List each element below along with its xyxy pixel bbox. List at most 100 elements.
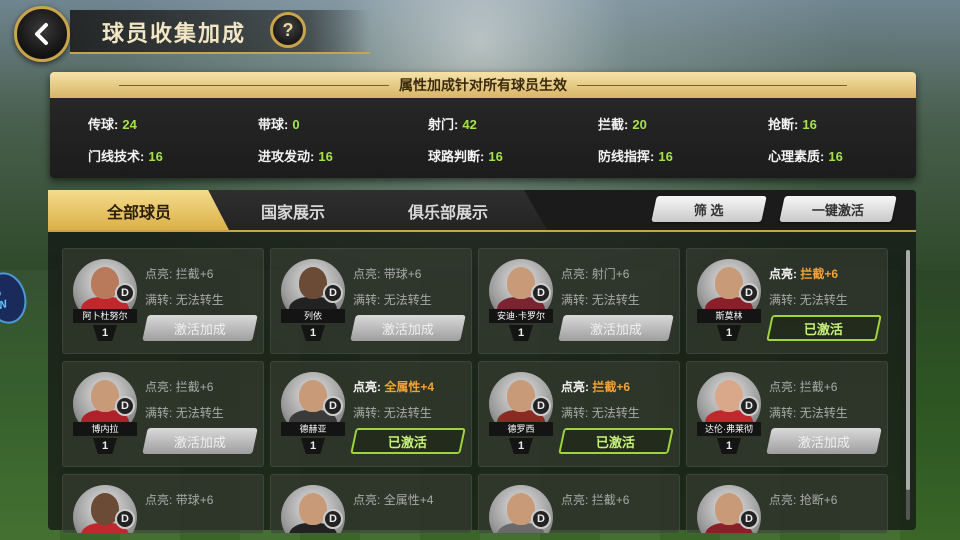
light-key: 点亮: xyxy=(561,267,589,281)
light-key: 点亮: xyxy=(353,380,381,394)
rebirth-info: 满转: 无法转生 xyxy=(561,404,640,421)
light-bonus: 点亮: 射门+6 xyxy=(561,265,629,282)
activate-bonus-button[interactable]: 激活加成 xyxy=(350,315,466,341)
rank-d-badge-icon: D xyxy=(323,509,343,529)
activated-status: 已激活 xyxy=(766,315,882,341)
player-card[interactable]: D 点亮: 全属性+4 xyxy=(270,474,472,534)
activate-bonus-button[interactable]: 激活加成 xyxy=(142,315,258,341)
activated-status: 已激活 xyxy=(558,428,674,454)
side-logo-text: JO AW xyxy=(0,287,9,315)
player-card[interactable]: D 达伦·弗莱彻 1 点亮: 拦截+6 满转: 无法转生 激活加成 xyxy=(686,361,888,467)
light-key: 点亮: xyxy=(561,380,589,394)
stat-label: 拦截: xyxy=(598,117,629,132)
rebirth-info: 满转: 无法转生 xyxy=(561,291,640,308)
player-card[interactable]: D 德赫亚 1 点亮: 全属性+4 满转: 无法转生 已激活 xyxy=(270,361,472,467)
stat-value: 42 xyxy=(462,117,477,132)
light-key: 点亮: xyxy=(769,380,797,394)
button-label: 激活加成 xyxy=(381,321,434,337)
rebirth-key: 满转: xyxy=(769,406,797,420)
rebirth-value: 无法转生 xyxy=(383,293,432,307)
rebirth-info: 满转: 无法转生 xyxy=(145,404,224,421)
rank-d-badge-icon: D xyxy=(323,283,343,303)
help-button[interactable]: ? xyxy=(270,12,306,48)
light-key: 点亮: xyxy=(561,493,589,507)
stat-item: 球路判断: 16 xyxy=(428,146,503,165)
player-name: 德赫亚 xyxy=(281,422,345,436)
rebirth-value: 无法转生 xyxy=(799,406,848,420)
stat-label: 带球: xyxy=(258,117,289,132)
rebirth-info: 满转: 无法转生 xyxy=(353,404,432,421)
stat-value: 20 xyxy=(632,117,647,132)
light-key: 点亮: xyxy=(769,267,797,281)
activate-all-label: 一键激活 xyxy=(811,202,864,218)
filter-button[interactable]: 筛 选 xyxy=(651,196,767,222)
player-level: 1 xyxy=(509,438,533,454)
player-card[interactable]: D 点亮: 拦截+6 xyxy=(478,474,680,534)
light-value: 抢断+6 xyxy=(799,493,838,507)
stat-item: 拦截: 20 xyxy=(598,114,647,133)
rebirth-value: 无法转生 xyxy=(383,406,432,420)
light-key: 点亮: xyxy=(145,267,173,281)
light-value: 拦截+6 xyxy=(592,380,631,394)
player-level: 1 xyxy=(717,438,741,454)
tab-underline xyxy=(48,230,916,232)
rank-d-badge-icon: D xyxy=(531,396,551,416)
back-button[interactable] xyxy=(14,6,70,62)
stat-label: 射门: xyxy=(428,117,459,132)
tab-all-players[interactable]: 全部球员 xyxy=(48,190,230,232)
rank-d-badge-icon: D xyxy=(739,396,759,416)
rebirth-value: 无法转生 xyxy=(175,293,224,307)
stat-item: 带球: 0 xyxy=(258,114,300,133)
player-name: 德罗西 xyxy=(489,422,553,436)
stat-item: 心理素质: 16 xyxy=(768,146,843,165)
rebirth-key: 满转: xyxy=(145,293,173,307)
rank-d-badge-icon: D xyxy=(531,283,551,303)
stat-item: 射门: 42 xyxy=(428,114,477,133)
player-card[interactable]: D 点亮: 带球+6 xyxy=(62,474,264,534)
player-level: 1 xyxy=(93,438,117,454)
bonus-panel-header: 属性加成针对所有球员生效 xyxy=(50,72,916,98)
player-name: 安迪·卡罗尔 xyxy=(489,309,553,323)
rebirth-value: 无法转生 xyxy=(175,406,224,420)
light-bonus: 点亮: 全属性+4 xyxy=(353,378,434,395)
light-value: 拦截+6 xyxy=(591,493,630,507)
rebirth-value: 无法转生 xyxy=(591,293,640,307)
bonus-heading: 属性加成针对所有球员生效 xyxy=(399,77,567,93)
stat-value: 16 xyxy=(802,117,817,132)
button-label: 激活加成 xyxy=(797,434,850,450)
scrollbar-thumb[interactable] xyxy=(906,250,910,490)
player-card[interactable]: D 列依 1 点亮: 带球+6 满转: 无法转生 激活加成 xyxy=(270,248,472,354)
light-bonus: 点亮: 全属性+4 xyxy=(353,491,433,508)
stat-item: 防线指挥: 16 xyxy=(598,146,673,165)
rank-d-badge-icon: D xyxy=(115,396,135,416)
bonus-panel: 属性加成针对所有球员生效 传球: 24 带球: 0 射门: 42 拦截: 20 抢断: 16 门线技… xyxy=(50,72,916,178)
rank-d-badge-icon: D xyxy=(323,396,343,416)
player-card[interactable]: D 博内拉 1 点亮: 拦截+6 满转: 无法转生 激活加成 xyxy=(62,361,264,467)
player-card[interactable]: D 安迪·卡罗尔 1 点亮: 射门+6 满转: 无法转生 激活加成 xyxy=(478,248,680,354)
light-bonus: 点亮: 拦截+6 xyxy=(769,265,838,282)
player-card[interactable]: D 德罗西 1 点亮: 拦截+6 满转: 无法转生已激活 xyxy=(478,361,680,467)
rank-d-badge-icon: D xyxy=(115,509,135,529)
rebirth-info: 满转: 无法转生 xyxy=(769,291,848,308)
rebirth-value: 无法转生 xyxy=(799,293,848,307)
player-level: 1 xyxy=(301,325,325,341)
activate-bonus-button[interactable]: 激活加成 xyxy=(142,428,258,454)
tab-label: 俱乐部展示 xyxy=(407,205,488,222)
player-card[interactable]: D 点亮: 抢断+6 xyxy=(686,474,888,534)
button-label: 激活加成 xyxy=(173,321,226,337)
light-bonus: 点亮: 拦截+6 xyxy=(561,491,629,508)
player-card[interactable]: D 斯莫林 1 点亮: 拦截+6 满转: 无法转生 已激活 xyxy=(686,248,888,354)
stat-value: 16 xyxy=(148,149,163,164)
stat-value: 0 xyxy=(292,117,300,132)
light-key: 点亮: xyxy=(353,267,381,281)
activate-all-button[interactable]: 一键激活 xyxy=(779,196,897,222)
stat-value: 16 xyxy=(318,149,333,164)
light-value: 全属性+4 xyxy=(384,380,435,394)
rebirth-key: 满转: xyxy=(353,293,381,307)
light-bonus: 点亮: 拦截+6 xyxy=(769,378,837,395)
activate-bonus-button[interactable]: 激活加成 xyxy=(766,428,882,454)
rebirth-key: 满转: xyxy=(561,406,589,420)
player-name: 阿卜杜努尔 xyxy=(73,309,137,323)
player-card[interactable]: D 阿卜杜努尔 1 点亮: 拦截+6 满转: 无法转生 激活加成 xyxy=(62,248,264,354)
activate-bonus-button[interactable]: 激活加成 xyxy=(558,315,674,341)
